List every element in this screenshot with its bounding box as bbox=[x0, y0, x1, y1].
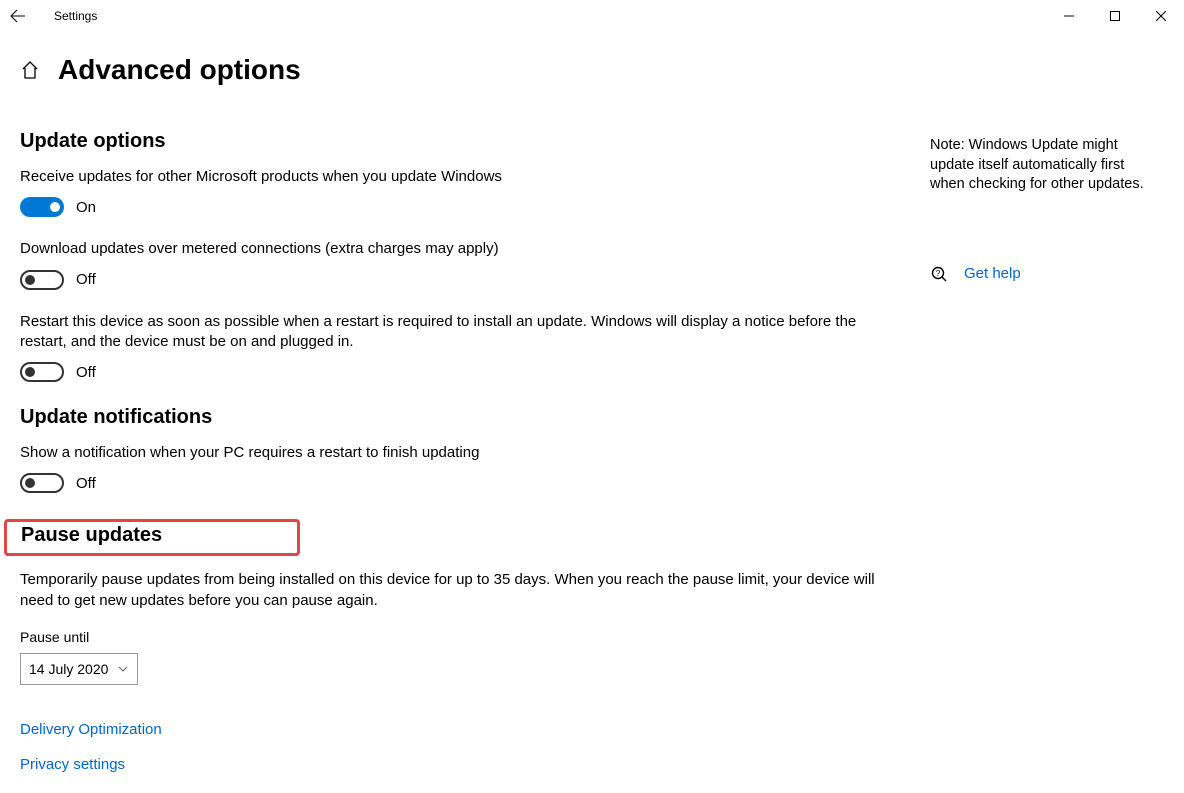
maximize-icon bbox=[1110, 11, 1120, 21]
page-title: Advanced options bbox=[58, 54, 301, 86]
main-content: Update options Receive updates for other… bbox=[0, 86, 920, 793]
metered-download-toggle[interactable] bbox=[20, 270, 64, 290]
show-notification-label: Show a notification when your PC require… bbox=[20, 443, 890, 463]
pause-until-label: Pause until bbox=[20, 629, 900, 645]
show-notification-toggle[interactable] bbox=[20, 473, 64, 493]
help-icon: ? bbox=[930, 265, 948, 283]
close-icon bbox=[1156, 11, 1166, 21]
update-options-heading: Update options bbox=[20, 130, 900, 153]
maximize-button[interactable] bbox=[1092, 0, 1138, 32]
update-notifications-heading: Update notifications bbox=[20, 406, 900, 429]
back-button[interactable] bbox=[10, 8, 40, 24]
receive-updates-toggle[interactable] bbox=[20, 197, 64, 217]
pause-updates-heading: Pause updates bbox=[21, 524, 162, 547]
get-help-link[interactable]: Get help bbox=[964, 265, 1021, 282]
minimize-icon bbox=[1064, 11, 1074, 21]
minimize-button[interactable] bbox=[1046, 0, 1092, 32]
window-title: Settings bbox=[54, 9, 97, 23]
home-button[interactable] bbox=[20, 60, 40, 80]
receive-updates-state: On bbox=[76, 199, 96, 216]
back-arrow-icon bbox=[10, 8, 26, 24]
svg-text:?: ? bbox=[936, 269, 941, 278]
close-button[interactable] bbox=[1138, 0, 1184, 32]
delivery-optimization-link[interactable]: Delivery Optimization bbox=[20, 721, 900, 738]
show-notification-state: Off bbox=[76, 475, 96, 492]
restart-device-toggle[interactable] bbox=[20, 362, 64, 382]
pause-updates-highlight: Pause updates bbox=[4, 519, 300, 556]
side-note-text: Note: Windows Update might update itself… bbox=[930, 136, 1160, 195]
window-controls bbox=[1046, 0, 1184, 32]
side-panel: Note: Windows Update might update itself… bbox=[920, 86, 1180, 793]
page-header: Advanced options bbox=[0, 54, 1184, 86]
privacy-settings-link[interactable]: Privacy settings bbox=[20, 756, 900, 773]
title-bar: Settings bbox=[0, 0, 1184, 32]
restart-device-label: Restart this device as soon as possible … bbox=[20, 312, 890, 353]
home-icon bbox=[20, 60, 40, 80]
metered-download-state: Off bbox=[76, 271, 96, 288]
restart-device-state: Off bbox=[76, 364, 96, 381]
pause-until-dropdown[interactable]: 14 July 2020 bbox=[20, 653, 138, 685]
pause-until-value: 14 July 2020 bbox=[29, 661, 108, 677]
metered-download-label: Download updates over metered connection… bbox=[20, 239, 890, 259]
chevron-down-icon bbox=[117, 663, 129, 675]
pause-updates-description: Temporarily pause updates from being ins… bbox=[20, 570, 890, 611]
receive-updates-label: Receive updates for other Microsoft prod… bbox=[20, 167, 890, 187]
